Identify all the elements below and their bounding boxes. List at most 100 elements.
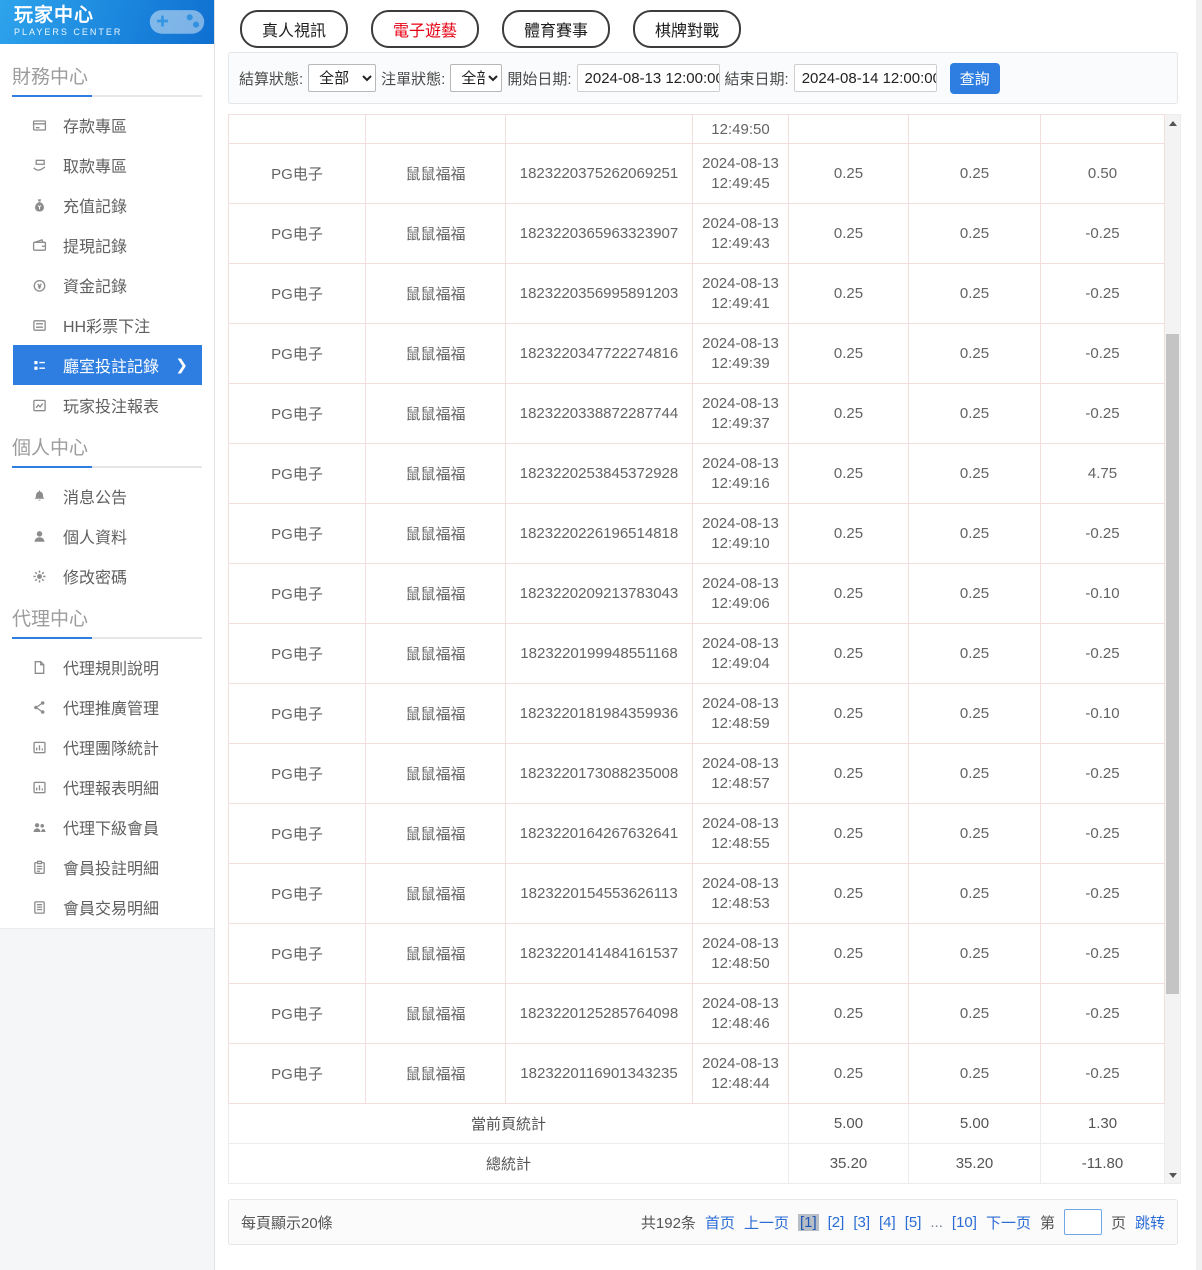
table-summary: 當前頁統計 5.00 5.00 1.30 總統計 35.20 35.20 -11… xyxy=(228,1103,1165,1184)
sidebar-item-label: 代理報表明細 xyxy=(63,781,160,798)
sidebar-item-board-chart[interactable]: 代理團隊統計 xyxy=(0,727,214,767)
query-button[interactable]: 查詢 xyxy=(949,62,1000,94)
page-summary-row: 當前頁統計 5.00 5.00 1.30 xyxy=(228,1103,1165,1144)
bet-time: 12:49:06 xyxy=(711,594,770,612)
bet-date: 2024-08-13 xyxy=(702,334,779,352)
bet-time: 12:49:04 xyxy=(711,654,770,672)
sidebar-item-share[interactable]: 代理推廣管理 xyxy=(0,687,214,727)
pagination-controls: 共192条 首页 上一页 [1] [2] [3] [4] [5]... [10] 下一页 … xyxy=(641,1209,1165,1235)
table-row: PG电子 鼠鼠福福 1823220141484161537 2024-08-13 12:… xyxy=(228,923,1165,984)
settle-status-select[interactable]: 全部 xyxy=(308,64,377,92)
cell-game: PG电子 xyxy=(228,263,366,324)
end-date-input[interactable] xyxy=(793,64,937,92)
tab-2[interactable]: 體育賽事 xyxy=(502,10,611,48)
cell-bet-id: 1823220226196514818 xyxy=(505,503,693,564)
next-page-link[interactable]: 下一页 xyxy=(986,1212,1031,1233)
sidebar-item-board-chart[interactable]: 代理報表明細 xyxy=(0,767,214,807)
order-status-select[interactable]: 全部 xyxy=(450,64,503,92)
cell-valid-amount: 0.25 xyxy=(908,503,1041,564)
scroll-up-arrow-icon[interactable] xyxy=(1165,115,1180,131)
page-link-4[interactable]: [4] xyxy=(879,1214,896,1231)
cell-game: PG电子 xyxy=(228,1043,366,1104)
sidebar-item-room-records[interactable]: 廳室投註記錄 ❯ xyxy=(13,345,202,385)
sidebar-item-lottery-list[interactable]: HH彩票下注 xyxy=(0,305,214,345)
tab-0[interactable]: 真人視訊 xyxy=(240,10,349,48)
cell-game: PG电子 xyxy=(228,323,366,384)
main-content: 真人視訊 電子遊藝 體育賽事 棋牌對戰 結算狀態: 全部 注單狀態: 全部 開始日期:… xyxy=(216,0,1202,1270)
sidebar-item-label: 代理下級會員 xyxy=(63,821,160,838)
cell-player: 鼠鼠福福 xyxy=(365,503,506,564)
wallet-icon xyxy=(32,238,47,253)
cell-game xyxy=(228,114,366,144)
cell-winloss: -0.25 xyxy=(1040,203,1165,264)
table-row: PG电子 鼠鼠福福 1823220347722274816 2024-08-13 12:… xyxy=(228,323,1165,384)
cell-time: 12:49:50 xyxy=(692,114,789,144)
start-date-input[interactable] xyxy=(576,64,720,92)
prev-page-link[interactable]: 上一页 xyxy=(744,1212,789,1233)
sidebar-item-label: 玩家投注報表 xyxy=(63,399,160,416)
cell-bet-id: 1823220375262069251 xyxy=(505,143,693,204)
page-link-1[interactable]: [1] xyxy=(797,1213,819,1231)
cell-bet-amount: 0.25 xyxy=(788,683,909,744)
filter-bar: 結算狀態: 全部 注單狀態: 全部 開始日期: 結束日期: 查詢 xyxy=(228,52,1178,104)
table-scrollbar[interactable] xyxy=(1165,114,1181,1184)
report-chart-icon xyxy=(32,398,47,413)
cell-winloss: -0.25 xyxy=(1040,383,1165,444)
cell-winloss: 4.75 xyxy=(1040,443,1165,504)
bet-date: 2024-08-13 xyxy=(702,754,779,772)
cell-game: PG电子 xyxy=(228,383,366,444)
sidebar-item-document[interactable]: 代理規則說明 xyxy=(0,647,214,687)
scrollbar-thumb[interactable] xyxy=(1166,334,1179,994)
table-rows: 12:49:50 PG电子 鼠鼠福福 1823220375262069251 2024-… xyxy=(228,114,1165,1104)
sidebar-item-deposit-card[interactable]: 存款專區 xyxy=(0,105,214,145)
section-heading: 財務中心 xyxy=(12,67,89,88)
cell-valid-amount: 0.25 xyxy=(908,863,1041,924)
cell-winloss: -0.25 xyxy=(1040,923,1165,984)
page-ellipsis: ... xyxy=(930,1213,943,1231)
jump-page-input[interactable] xyxy=(1063,1209,1102,1235)
page-link-3[interactable]: [3] xyxy=(853,1214,870,1231)
cell-bet-id: 1823220154553626113 xyxy=(505,863,693,924)
cell-valid-amount: 0.25 xyxy=(908,443,1041,504)
table-row: PG电子 鼠鼠福福 1823220181984359936 2024-08-13 12:… xyxy=(228,683,1165,744)
sidebar-item-users[interactable]: 代理下級會員 xyxy=(0,807,214,847)
page-link-10[interactable]: [10] xyxy=(952,1214,977,1231)
cell-bet-amount: 0.25 xyxy=(788,443,909,504)
scroll-down-arrow-icon[interactable] xyxy=(1165,1167,1180,1183)
sidebar-item-receipt[interactable]: 會員交易明細 xyxy=(0,887,214,927)
sidebar-item-coin[interactable]: 資金記錄 xyxy=(0,265,214,305)
sidebar-item-wallet[interactable]: 提現記錄 xyxy=(0,225,214,265)
cell-player: 鼠鼠福福 xyxy=(365,983,506,1044)
room-records-icon xyxy=(32,358,47,373)
cell-valid-amount: 0.25 xyxy=(908,983,1041,1044)
sidebar-item-withdraw-hand[interactable]: 取款專區 xyxy=(0,145,214,185)
sidebar-item-clipboard[interactable]: 會員投註明細 xyxy=(0,847,214,887)
cell-time: 2024-08-13 12:49:04 xyxy=(692,623,789,684)
first-page-link[interactable]: 首页 xyxy=(705,1212,735,1233)
tab-3[interactable]: 棋牌對戰 xyxy=(633,10,742,48)
cell-valid-amount: 0.25 xyxy=(908,623,1041,684)
jump-suffix-label: 页 xyxy=(1110,1214,1126,1232)
table-row: PG电子 鼠鼠福福 1823220125285764098 2024-08-13 12:… xyxy=(228,983,1165,1044)
cell-valid-amount: 0.25 xyxy=(908,923,1041,984)
bet-time: 12:48:50 xyxy=(711,954,770,972)
cell-time: 2024-08-13 12:49:41 xyxy=(692,263,789,324)
sidebar-item-user[interactable]: 個人資料 xyxy=(0,516,214,556)
page-link-2[interactable]: [2] xyxy=(828,1214,845,1231)
cell-valid-amount: 0.25 xyxy=(908,383,1041,444)
bet-time: 12:49:45 xyxy=(711,174,770,192)
total-summary-label: 總統計 xyxy=(228,1143,789,1184)
page-link-5[interactable]: [5] xyxy=(905,1214,922,1231)
sidebar-item-bell[interactable]: 消息公告 xyxy=(0,476,214,516)
sidebar-item-label: 資金記錄 xyxy=(63,279,128,296)
cell-winloss xyxy=(1040,114,1165,144)
sidebar-item-moneybag[interactable]: 充值記錄 xyxy=(0,185,214,225)
sidebar-item-report-chart[interactable]: 玩家投注報表 xyxy=(0,385,214,425)
cell-bet-amount: 0.25 xyxy=(788,143,909,204)
cell-valid-amount: 0.25 xyxy=(908,683,1041,744)
bet-time: 12:48:53 xyxy=(711,894,770,912)
sidebar-item-gear[interactable]: 修改密碼 xyxy=(0,556,214,596)
jump-action-link[interactable]: 跳转 xyxy=(1135,1212,1165,1233)
bet-time: 12:49:16 xyxy=(711,474,770,492)
tab-1[interactable]: 電子遊藝 xyxy=(371,10,480,48)
